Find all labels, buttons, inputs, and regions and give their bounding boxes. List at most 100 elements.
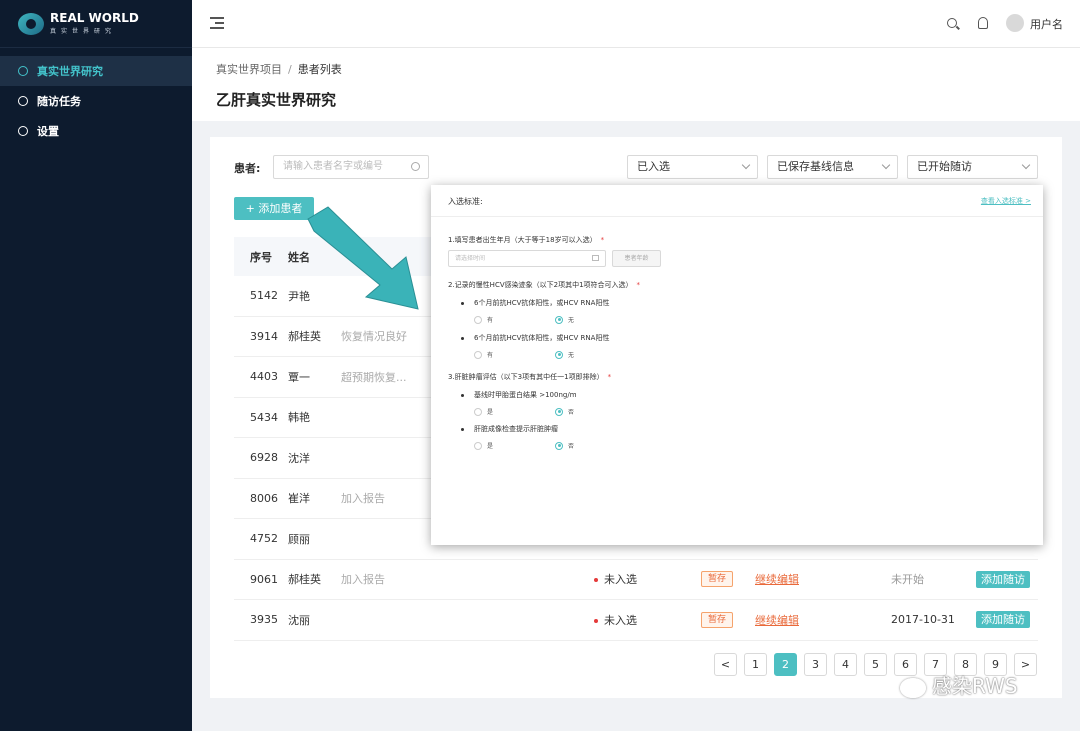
- followup-date: 未开始: [891, 573, 924, 587]
- brand-sub: 真实世界研究: [50, 28, 117, 35]
- date-placeholder: 请选择时间: [455, 255, 486, 262]
- radio-label: 有: [487, 352, 494, 359]
- bullet-icon: [461, 393, 464, 397]
- question-text: 3.肝脏肿瘤评估（以下3项有其中任一1项即排除）: [448, 373, 604, 381]
- sub-question: 6个月前抗HCV抗体阳性，或HCV RNA阳性: [461, 333, 609, 343]
- followup-select[interactable]: 已开始随访: [907, 155, 1038, 179]
- cell-id: 5142: [250, 289, 278, 303]
- watermark: 感染RWS: [900, 670, 1018, 699]
- radio-none[interactable]: 无: [555, 350, 574, 359]
- bullet-icon: [461, 336, 464, 340]
- radio-have[interactable]: 有: [474, 315, 493, 324]
- pagination-page[interactable]: 5: [864, 653, 887, 676]
- radio-no[interactable]: 否: [555, 407, 574, 416]
- patient-filter-label: 患者:: [234, 162, 261, 175]
- radio-label: 否: [568, 409, 575, 416]
- annotation-arrow-icon: [307, 206, 419, 310]
- cell-id: 3935: [250, 613, 278, 627]
- continue-edit-link[interactable]: 继续编辑: [755, 571, 799, 587]
- table-row[interactable]: 9061 郝桂英 加入报告 未入选 暂存 继续编辑 未开始 添加随访: [234, 560, 1038, 600]
- status-dot-icon: [594, 578, 598, 583]
- sub-question-text: 6个月前抗HCV抗体阳性，或HCV RNA阳性: [474, 334, 610, 342]
- question-text: 1.填写患者出生年月（大于等于18岁可以入选）: [448, 236, 597, 244]
- required-mark: *: [607, 373, 612, 381]
- breadcrumb-root[interactable]: 真实世界项目: [216, 63, 282, 76]
- pagination-prev[interactable]: <: [714, 653, 737, 676]
- draft-badge: 暂存: [701, 611, 734, 628]
- select-value: 已入选: [637, 160, 670, 173]
- patient-age-button[interactable]: 患者年龄: [612, 250, 661, 267]
- inclusion-criteria-popup: 入选标准: 查看入选标准 > 1.填写患者出生年月（大于等于18岁可以入选） * …: [431, 185, 1043, 545]
- logo-icon: [18, 12, 44, 35]
- cell-note: 加入报告: [341, 573, 385, 587]
- sidebar-item-label: 真实世界研究: [37, 65, 103, 78]
- radio-label: 是: [487, 409, 494, 416]
- bell-icon[interactable]: [978, 17, 988, 29]
- gauge-icon: [18, 96, 28, 106]
- enrollment-status: 未入选: [594, 612, 637, 628]
- sidebar: REAL WORLD 真实世界研究 真实世界研究 随访任务 设置: [0, 0, 192, 731]
- cell-name: 郝桂英: [288, 330, 321, 344]
- avatar[interactable]: [1006, 14, 1024, 32]
- radio-yes[interactable]: 是: [474, 441, 493, 450]
- radio-label: 否: [568, 443, 575, 450]
- table-row[interactable]: 3935 沈丽 未入选 暂存 继续编辑 2017-10-31 添加随访: [234, 600, 1038, 641]
- status-dot-icon: [594, 618, 598, 623]
- calendar-icon: [592, 255, 599, 261]
- pagination-page[interactable]: 3: [804, 653, 827, 676]
- popup-title: 入选标准:: [448, 197, 483, 206]
- gauge-icon: [18, 66, 28, 76]
- add-followup-button[interactable]: 添加随访: [976, 611, 1030, 629]
- pagination-page[interactable]: 1: [744, 653, 767, 676]
- gauge-icon: [18, 126, 28, 136]
- menu-toggle-icon[interactable]: [210, 17, 224, 29]
- username[interactable]: 用户名: [1030, 16, 1063, 32]
- breadcrumb-current: 患者列表: [297, 63, 342, 76]
- sidebar-item-settings[interactable]: 设置: [0, 116, 192, 146]
- top-header: 用户名: [192, 0, 1080, 48]
- continue-edit-link[interactable]: 继续编辑: [755, 612, 799, 628]
- sidebar-nav: 真实世界研究 随访任务 设置: [0, 56, 192, 146]
- cell-name: 沈洋: [288, 451, 310, 465]
- page-header: 真实世界项目 / 患者列表 乙肝真实世界研究: [192, 48, 1080, 121]
- brand-name: REAL WORLD: [50, 11, 139, 25]
- sub-question-text: 肝脏成像检查提示肝脏肿瘤: [474, 425, 558, 433]
- enrollment-status: 未入选: [594, 571, 637, 587]
- draft-badge: 暂存: [701, 571, 734, 588]
- question-2: 2.记录的慢性HCV感染迹象（以下2项其中1项符合可入选） *: [448, 280, 640, 290]
- baseline-select[interactable]: 已保存基线信息: [767, 155, 898, 179]
- radio-have[interactable]: 有: [474, 350, 493, 359]
- sidebar-item-rws[interactable]: 真实世界研究: [0, 56, 192, 86]
- radio-icon: [474, 315, 482, 324]
- pagination-page[interactable]: 4: [834, 653, 857, 676]
- chevron-down-icon: [881, 160, 891, 170]
- radio-label: 是: [487, 443, 494, 450]
- bullet-icon: [461, 427, 464, 431]
- enrollment-select[interactable]: 已入选: [627, 155, 758, 179]
- radio-yes[interactable]: 是: [474, 407, 493, 416]
- popup-header: 入选标准: 查看入选标准 >: [431, 185, 1043, 217]
- radio-no[interactable]: 否: [555, 441, 574, 450]
- sub-question-text: 基线时甲胎蛋白结果 >100ng/m: [474, 391, 577, 399]
- birth-date-input[interactable]: 请选择时间: [448, 250, 606, 267]
- sub-question: 肝脏成像检查提示肝脏肿瘤: [461, 424, 558, 434]
- cell-name: 覃一: [288, 370, 310, 384]
- col-header-id: 序号: [250, 250, 272, 264]
- cell-id: 3914: [250, 329, 278, 343]
- logo[interactable]: REAL WORLD 真实世界研究: [0, 0, 192, 48]
- pagination-page-current[interactable]: 2: [774, 653, 797, 676]
- radio-none[interactable]: 无: [555, 315, 574, 324]
- cell-name: 顾丽: [288, 532, 310, 546]
- chevron-down-icon: [741, 160, 751, 170]
- cell-name: 沈丽: [288, 613, 310, 627]
- bullet-icon: [461, 301, 464, 305]
- search-icon[interactable]: [947, 18, 957, 28]
- add-followup-button[interactable]: 添加随访: [976, 570, 1030, 588]
- sidebar-item-followup[interactable]: 随访任务: [0, 86, 192, 116]
- search-icon[interactable]: [411, 162, 420, 171]
- view-criteria-link[interactable]: 查看入选标准 >: [981, 196, 1031, 206]
- wechat-icon: [900, 677, 926, 698]
- followup-date: 2017-10-31: [891, 613, 955, 627]
- patient-search-input[interactable]: 请输入患者名字或编号: [273, 155, 429, 179]
- radio-label: 有: [487, 317, 494, 324]
